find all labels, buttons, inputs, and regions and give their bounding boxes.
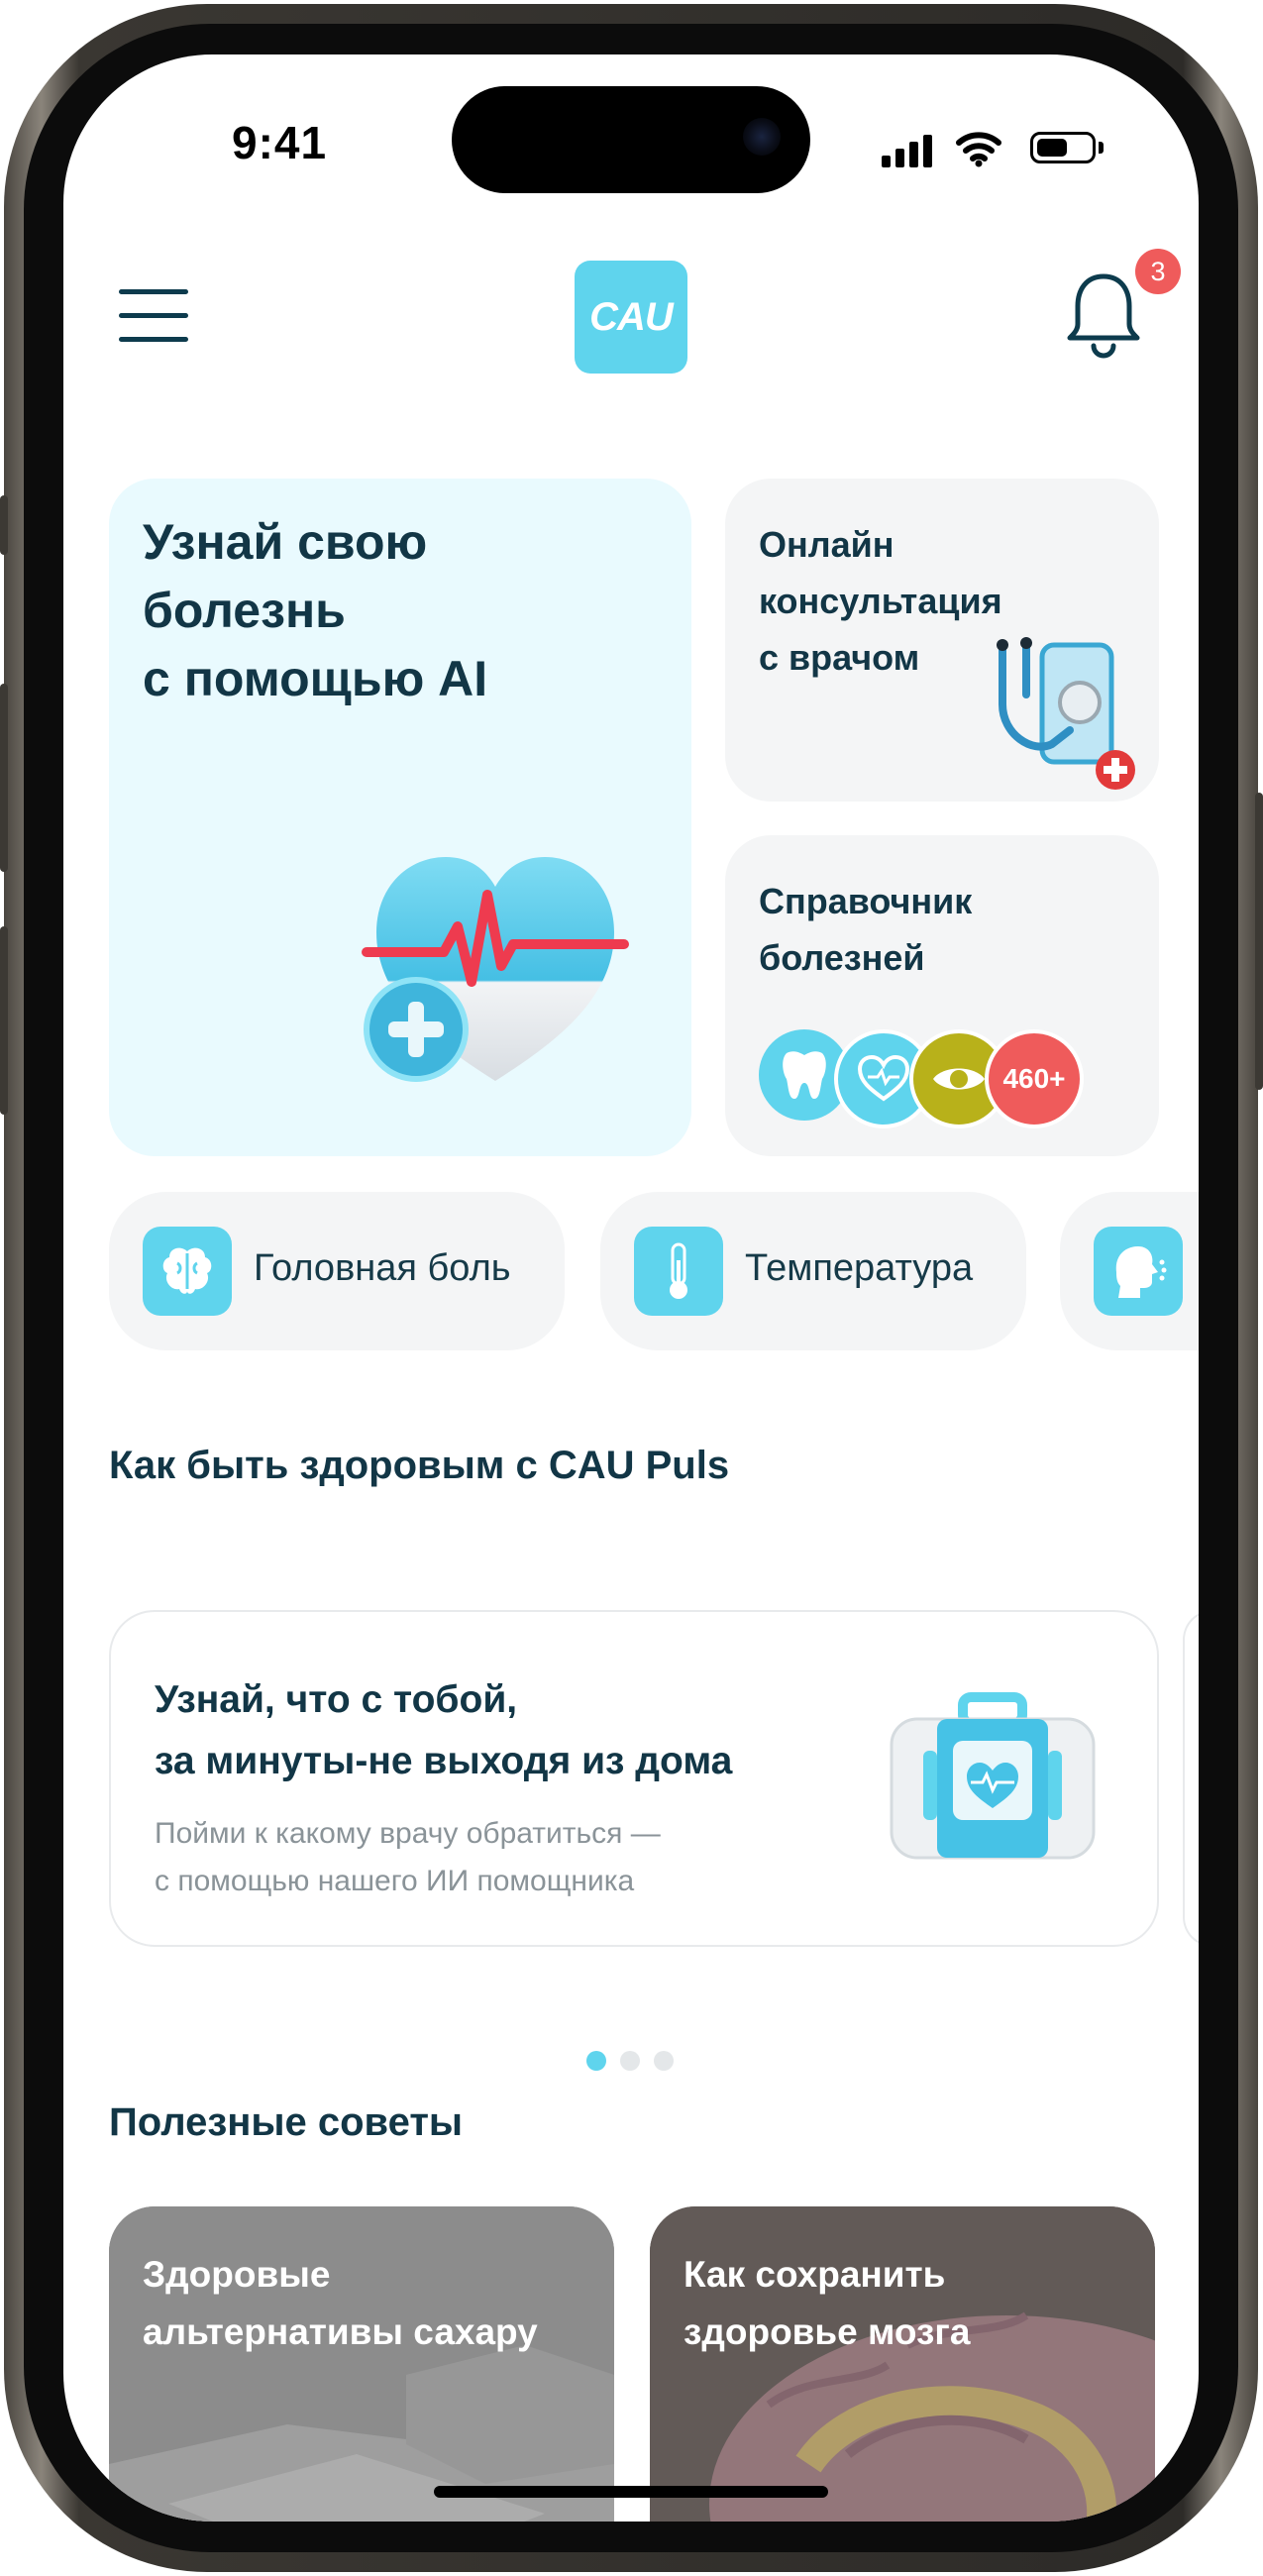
app-screen: 9:41 CAU 3 Узнай свою болезнь с помощью … <box>63 54 1199 2522</box>
cough-icon <box>1094 1227 1183 1316</box>
symptom-chip-headache[interactable]: Головная боль <box>109 1192 565 1350</box>
heart-pulse-icon <box>362 857 629 1082</box>
home-indicator[interactable] <box>434 2486 828 2498</box>
promo-subtitle: Пойми к какому врачу обратиться — с помо… <box>155 1817 661 1897</box>
ai-diagnosis-card[interactable]: Узнай свою болезнь с помощью AI <box>109 479 691 1156</box>
app-logo[interactable]: CAU <box>575 261 687 374</box>
action-button <box>0 495 8 555</box>
notification-badge: 3 <box>1135 249 1181 294</box>
symptom-label: Температура <box>745 1247 974 1289</box>
brain-icon <box>143 1227 232 1316</box>
online-consultation-card[interactable]: Онлайн консультация с врачом <box>725 479 1159 802</box>
volume-up-button <box>0 684 8 872</box>
section-title-tips: Полезные советы <box>109 2100 464 2144</box>
battery-icon <box>1030 132 1096 163</box>
carousel-dot-active[interactable] <box>586 2051 606 2071</box>
tip-title: Как сохранить здоровье мозга <box>684 2254 971 2352</box>
wifi-icon <box>956 132 1001 167</box>
disease-reference-card[interactable]: Справочник болезней 460+ <box>725 835 1159 1156</box>
section-title-health: Как быть здоровым с CAU Puls <box>109 1444 730 1487</box>
reference-card-title: Справочник болезней <box>759 881 973 978</box>
carousel-dot[interactable] <box>620 2051 640 2071</box>
tip-card-brain[interactable]: Как сохранить здоровье мозга <box>650 2206 1155 2522</box>
power-button <box>1255 793 1263 1090</box>
medical-kit-icon <box>890 1692 1096 1860</box>
carousel-dot[interactable] <box>654 2051 674 2071</box>
consultation-card-title: Онлайн консультация с врачом <box>759 524 1002 678</box>
promo-title: Узнай, что с тобой, за минуты-не выходя … <box>155 1678 733 1782</box>
camera-icon <box>743 118 781 156</box>
ai-card-title: Узнай свою болезнь с помощью AI <box>143 514 488 706</box>
cellular-signal-icon <box>882 134 941 167</box>
volume-down-button <box>0 926 8 1115</box>
more-diseases-count: 460+ <box>985 1029 1084 1128</box>
next-promo-card-peek[interactable] <box>1183 1610 1199 1947</box>
phone-stethoscope-icon <box>997 637 1135 790</box>
symptom-chip-temperature[interactable]: Температура <box>600 1192 1026 1350</box>
symptom-chip-cough[interactable] <box>1060 1192 1199 1350</box>
tip-card-sugar[interactable]: Здоровые альтернативы сахару <box>109 2206 614 2522</box>
symptom-label: Головная боль <box>254 1247 511 1289</box>
status-time: 9:41 <box>232 117 328 168</box>
tip-title: Здоровые альтернативы сахару <box>143 2254 538 2352</box>
notification-bell-icon[interactable] <box>1064 270 1143 360</box>
promo-card[interactable]: Узнай, что с тобой, за минуты-не выходя … <box>109 1610 1159 1947</box>
battery-cap <box>1099 142 1104 154</box>
thermometer-icon <box>634 1227 723 1316</box>
hamburger-menu-icon[interactable] <box>119 289 188 343</box>
